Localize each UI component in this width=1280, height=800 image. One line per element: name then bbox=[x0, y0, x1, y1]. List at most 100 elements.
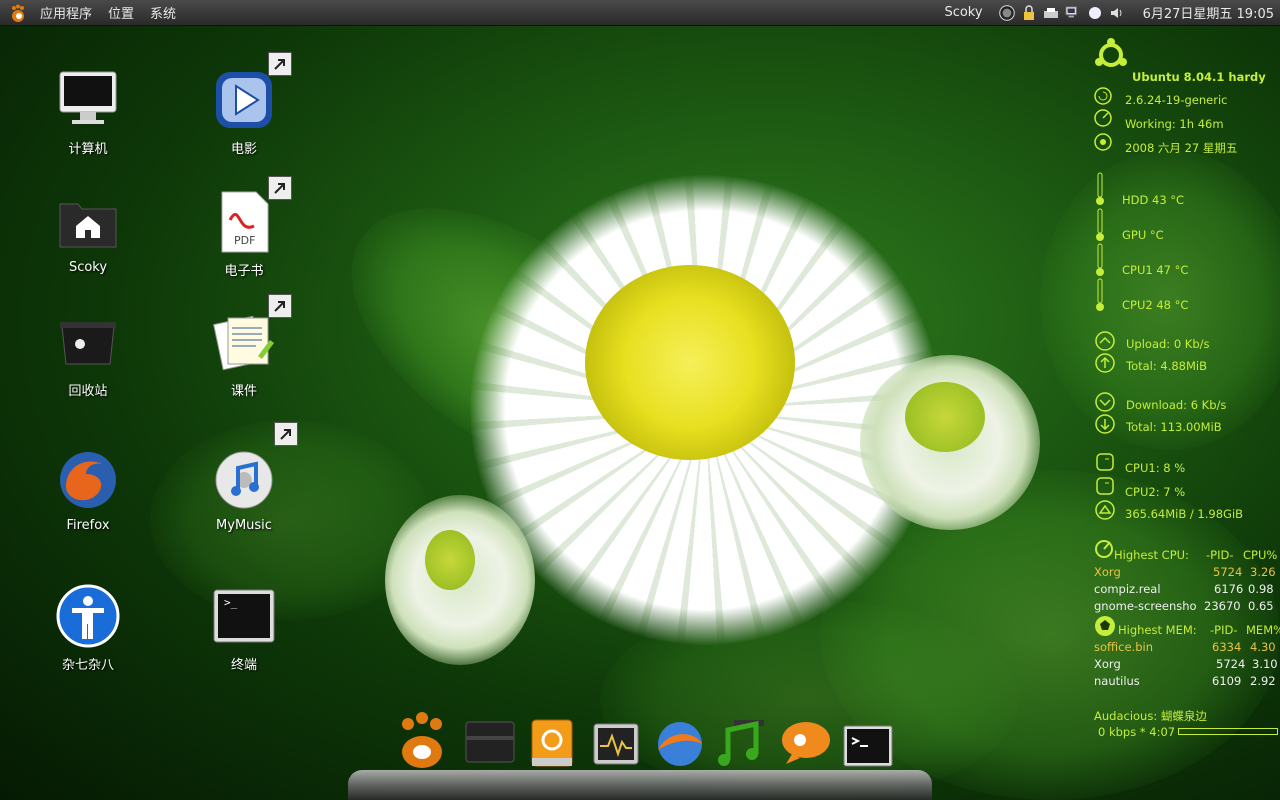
system-tray: Scoky 6月27日星期五 19:05 bbox=[944, 0, 1280, 25]
mem-percent-header: MEM% bbox=[1246, 623, 1280, 637]
cpu-percent-header: CPU% bbox=[1243, 548, 1278, 562]
terminal-icon: >_ bbox=[212, 584, 276, 648]
symlink-arrow-icon bbox=[268, 294, 292, 318]
desktop-icon-trash[interactable]: 回收站 bbox=[28, 310, 148, 399]
gpu-temp: GPU °C bbox=[1122, 228, 1164, 242]
cpu1-usage: CPU1: 8 % bbox=[1125, 461, 1186, 475]
process-name: compiz.real bbox=[1094, 582, 1161, 596]
desktop-icon-computer[interactable]: 计算机 bbox=[28, 68, 148, 157]
top-panel: 应用程序 位置 系统 Scoky 6月27日星期五 19:05 bbox=[0, 0, 1280, 26]
desktop-icon-label: 计算机 bbox=[68, 142, 108, 157]
menu-applications[interactable]: 应用程序 bbox=[32, 3, 100, 22]
memory-icon bbox=[1095, 500, 1115, 520]
audacious-track: Audacious: 蝴蝶泉边 bbox=[1094, 709, 1207, 723]
uptime-label: Working: 1h 46m bbox=[1125, 117, 1224, 131]
upload-total: Total: 4.88MiB bbox=[1126, 359, 1207, 373]
folder-icon[interactable] bbox=[462, 710, 518, 770]
symlink-arrow-icon bbox=[274, 422, 298, 446]
video-player-icon bbox=[212, 68, 276, 132]
desktop-icon-movies[interactable]: 电影 bbox=[184, 52, 304, 157]
pidgin-icon[interactable] bbox=[778, 710, 834, 770]
dock bbox=[348, 770, 932, 800]
trash-icon bbox=[56, 310, 120, 374]
desktop-icon-label: 杂七杂八 bbox=[61, 658, 114, 673]
documents-icon bbox=[212, 310, 276, 374]
desktop-icon-ebooks[interactable]: PDF 电子书 bbox=[184, 176, 304, 279]
printer-icon[interactable] bbox=[1043, 5, 1059, 21]
download-rate: Download: 6 Kb/s bbox=[1126, 398, 1227, 412]
thermometer-icon bbox=[1096, 278, 1104, 311]
distro-label: Ubuntu 8.04.1 hardy bbox=[1132, 70, 1266, 84]
desktop-icon-firefox[interactable]: Firefox bbox=[28, 448, 148, 533]
cpu-icon bbox=[1096, 477, 1114, 495]
process-cpu: 0.65 bbox=[1248, 599, 1274, 613]
desktop-icon-label: Firefox bbox=[66, 518, 110, 533]
firefox-icon bbox=[56, 448, 120, 512]
top-cpu-header: Highest CPU: bbox=[1114, 548, 1189, 562]
desktop-icon-label: 电影 bbox=[230, 142, 257, 157]
process-name: gnome-screensho bbox=[1094, 599, 1197, 613]
download-icon bbox=[1095, 392, 1115, 412]
process-pid: 6109 bbox=[1212, 674, 1242, 688]
hard-drive-icon[interactable] bbox=[524, 710, 580, 770]
weather-icon[interactable] bbox=[1087, 5, 1103, 21]
pid-header: -PID- bbox=[1210, 623, 1238, 637]
upload-icon bbox=[1095, 331, 1115, 351]
process-cpu: 0.98 bbox=[1248, 582, 1274, 596]
keyring-icon[interactable] bbox=[1021, 4, 1037, 21]
gauge-icon bbox=[1095, 540, 1113, 558]
desktop-icon-label: 电子书 bbox=[224, 264, 264, 279]
memory-usage: 365.64MiB / 1.98GiB bbox=[1125, 507, 1244, 521]
shutdown-icon[interactable] bbox=[998, 4, 1015, 21]
clock[interactable]: 6月27日星期五 19:05 bbox=[1143, 3, 1274, 22]
kernel-label: 2.6.24-19-generic bbox=[1125, 93, 1228, 107]
cpu2-usage: CPU2: 7 % bbox=[1125, 485, 1186, 499]
audacious-progress-bar bbox=[1178, 728, 1278, 735]
process-name: nautilus bbox=[1094, 674, 1140, 688]
process-name: Xorg bbox=[1094, 565, 1121, 579]
download-total-icon bbox=[1095, 414, 1115, 434]
thermometer-icon bbox=[1096, 208, 1104, 241]
music-player-icon[interactable] bbox=[714, 710, 770, 770]
desktop-icon-label: 回收站 bbox=[68, 384, 108, 399]
desktop-icon-label: MyMusic bbox=[216, 518, 272, 533]
download-total: Total: 113.00MiB bbox=[1126, 420, 1222, 434]
system-monitor-icon[interactable] bbox=[588, 710, 644, 770]
desktop-icon-courseware[interactable]: 课件 bbox=[184, 294, 304, 399]
cpu1-temp: CPU1 47 °C bbox=[1122, 263, 1189, 277]
kernel-icon bbox=[1094, 87, 1112, 105]
user-switcher[interactable]: Scoky bbox=[944, 5, 982, 20]
menu-system[interactable]: 系统 bbox=[142, 3, 184, 22]
process-name: soffice.bin bbox=[1094, 640, 1153, 654]
process-cpu: 3.26 bbox=[1250, 565, 1276, 579]
desktop-icon-label: 终端 bbox=[230, 658, 257, 673]
itunes-icon bbox=[212, 448, 276, 512]
thunderbird-icon[interactable] bbox=[652, 710, 708, 770]
process-mem: 2.92 bbox=[1250, 674, 1276, 688]
audacious-status: 0 kbps * 4:07 bbox=[1098, 725, 1176, 739]
calendar-icon bbox=[1094, 133, 1112, 151]
desktop-icon-label: 课件 bbox=[230, 384, 257, 399]
network-icon[interactable] bbox=[1065, 5, 1081, 21]
desktop-icon-terminal[interactable]: >_ 终端 bbox=[184, 584, 304, 673]
accessibility-icon bbox=[56, 584, 120, 648]
process-name: Xorg bbox=[1094, 657, 1121, 671]
thermometer-icon bbox=[1096, 172, 1104, 205]
symlink-arrow-icon bbox=[268, 52, 292, 76]
home-folder-icon bbox=[56, 190, 120, 254]
process-pid: 5724 bbox=[1216, 657, 1246, 671]
process-pid: 6334 bbox=[1212, 640, 1242, 654]
symlink-arrow-icon bbox=[268, 176, 292, 200]
thermometer-icon bbox=[1096, 243, 1104, 276]
desktop-icon-label: Scoky bbox=[68, 260, 108, 275]
pdf-icon: PDF bbox=[212, 190, 276, 254]
gimp-icon[interactable] bbox=[394, 710, 450, 770]
gnome-foot-icon[interactable] bbox=[8, 3, 28, 23]
terminal-icon[interactable] bbox=[840, 710, 896, 770]
menu-places[interactable]: 位置 bbox=[100, 3, 142, 22]
desktop-icon-misc[interactable]: 杂七杂八 bbox=[28, 584, 148, 673]
process-mem: 3.10 bbox=[1252, 657, 1278, 671]
desktop-icon-home[interactable]: Scoky bbox=[28, 190, 148, 275]
volume-icon[interactable] bbox=[1109, 5, 1125, 21]
desktop-icon-mymusic[interactable]: MyMusic bbox=[184, 422, 304, 533]
